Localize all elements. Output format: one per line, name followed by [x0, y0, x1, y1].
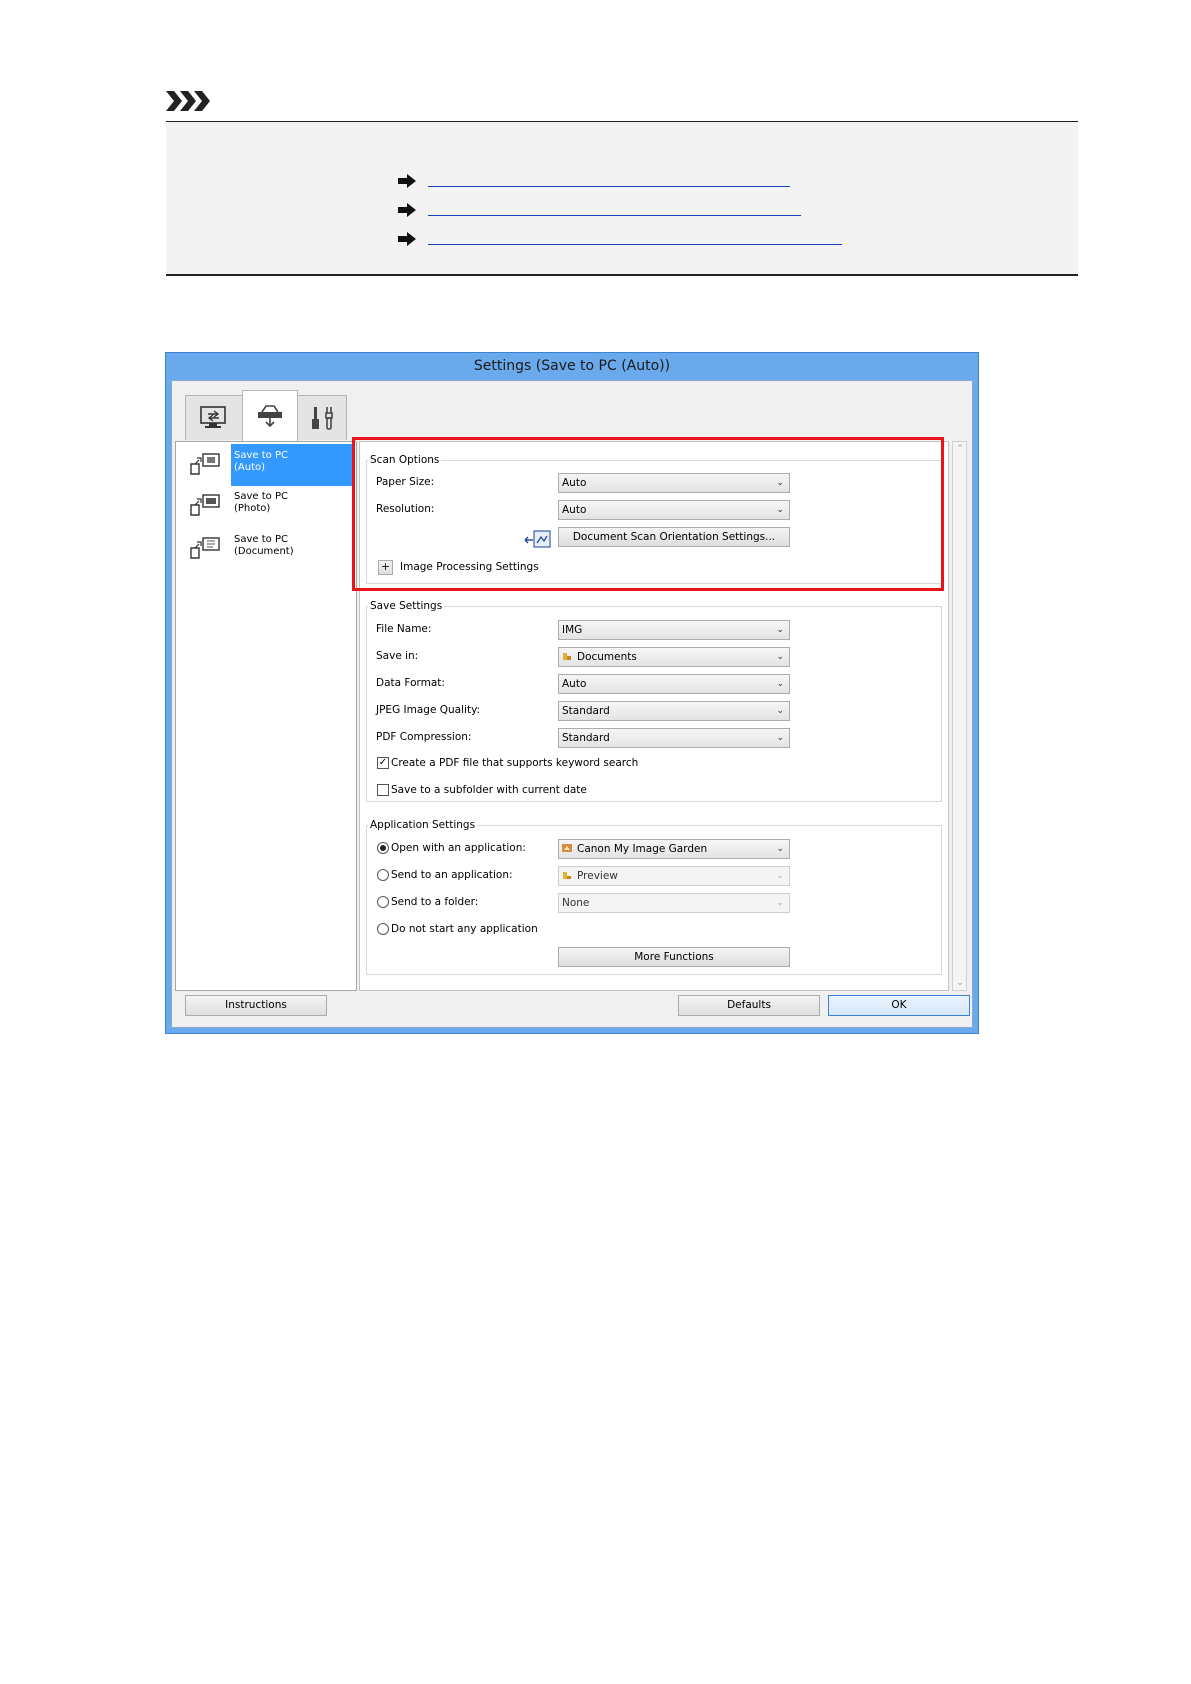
arrow-right-icon: [398, 174, 416, 188]
paper-size-value: Auto: [562, 477, 587, 489]
open-with-application-value: Canon My Image Garden: [577, 843, 708, 855]
list-item-label: Save to PC (Photo): [234, 491, 288, 514]
tab-scan-from-operation-panel[interactable]: [242, 390, 298, 441]
chevron-down-icon: ⌄: [776, 679, 784, 689]
scroll-down-icon[interactable]: ⌄: [955, 978, 965, 988]
settings-dialog: Settings (Save to PC (Auto)) Save to PC …: [165, 352, 979, 1034]
save-to-pc-auto-icon: [190, 453, 220, 475]
data-format-select[interactable]: Auto ⌄: [558, 674, 790, 694]
jpeg-quality-select[interactable]: Standard ⌄: [558, 701, 790, 721]
list-item-label: Save to PC (Auto): [234, 450, 288, 473]
note-chevrons-icon: [166, 91, 210, 111]
save-settings-title: Save Settings: [368, 600, 445, 612]
instructions-button[interactable]: Instructions: [185, 995, 327, 1016]
image-processing-settings-label: Image Processing Settings: [400, 561, 539, 573]
defaults-button[interactable]: Defaults: [678, 995, 820, 1016]
canon-my-image-garden-icon: [562, 844, 572, 852]
arrow-right-icon: [398, 232, 416, 246]
keyword-search-checkbox[interactable]: ✓: [377, 757, 389, 769]
save-to-pc-photo-icon: [190, 494, 220, 516]
subfolder-checkbox[interactable]: [377, 784, 389, 796]
jpeg-quality-value: Standard: [562, 705, 610, 717]
resolution-value: Auto: [562, 504, 587, 516]
chevron-down-icon: ⌄: [776, 871, 784, 881]
keyword-search-label: Create a PDF file that supports keyword …: [391, 757, 639, 769]
arrow-right-icon: [398, 203, 416, 217]
preview-app-icon: [563, 872, 571, 879]
chevron-down-icon: ⌄: [776, 733, 784, 743]
chevron-down-icon: ⌄: [776, 478, 784, 488]
scan-from-operation-panel-icon: [258, 405, 282, 428]
scroll-up-icon[interactable]: ⌃: [955, 444, 965, 454]
general-settings-icon: [312, 407, 333, 430]
scan-options-title: Scan Options: [368, 454, 442, 466]
open-with-application-select[interactable]: Canon My Image Garden ⌄: [558, 839, 790, 859]
settings-pane: Scan Options Paper Size: Auto ⌄ Resoluti…: [359, 441, 949, 991]
note-box: [166, 122, 1078, 274]
data-format-label: Data Format:: [376, 677, 445, 689]
chevron-down-icon: ⌄: [776, 844, 784, 854]
note-bottom-rule: [166, 274, 1078, 276]
send-to-folder-label: Send to a folder:: [391, 896, 479, 908]
chevron-down-icon: ⌄: [776, 625, 784, 635]
document-orientation-icon: [524, 530, 551, 548]
file-name-value: IMG: [562, 624, 583, 636]
document-scan-orientation-settings-button[interactable]: Document Scan Orientation Settings...: [558, 527, 790, 547]
dialog-title: Settings (Save to PC (Auto)): [473, 358, 671, 374]
expand-image-processing-button[interactable]: +: [378, 560, 393, 575]
pdf-compression-select[interactable]: Standard ⌄: [558, 728, 790, 748]
application-settings-title: Application Settings: [368, 819, 478, 831]
file-name-combo[interactable]: IMG ⌄: [558, 620, 790, 640]
tab-scan-from-computer[interactable]: [185, 395, 243, 440]
resolution-select[interactable]: Auto ⌄: [558, 500, 790, 520]
list-item-save-to-pc-photo[interactable]: Save to PC (Photo): [179, 485, 354, 527]
send-to-application-value: Preview: [577, 870, 618, 882]
chevron-down-icon: ⌄: [776, 706, 784, 716]
scan-mode-list: Save to PC (Auto) Save to PC (Photo) Sav…: [175, 441, 357, 991]
data-format-value: Auto: [562, 678, 587, 690]
pdf-compression-label: PDF Compression:: [376, 731, 472, 743]
jpeg-quality-label: JPEG Image Quality:: [376, 704, 481, 716]
resolution-label: Resolution:: [376, 503, 435, 515]
open-with-application-label: Open with an application:: [391, 842, 526, 854]
send-to-application-label: Send to an application:: [391, 869, 513, 881]
send-to-application-select[interactable]: Preview ⌄: [558, 866, 790, 886]
file-name-label: File Name:: [376, 623, 432, 635]
list-item-save-to-pc-auto[interactable]: Save to PC (Auto): [179, 444, 354, 486]
send-to-application-radio[interactable]: [377, 869, 389, 881]
settings-scrollbar[interactable]: ⌃ ⌄: [952, 441, 967, 991]
ok-button[interactable]: OK: [828, 995, 970, 1016]
open-with-application-radio[interactable]: [377, 842, 389, 854]
no-application-radio[interactable]: [377, 923, 389, 935]
no-application-label: Do not start any application: [391, 923, 538, 935]
paper-size-label: Paper Size:: [376, 476, 435, 488]
more-functions-button[interactable]: More Functions: [558, 947, 790, 967]
dialog-client-area: Save to PC (Auto) Save to PC (Photo) Sav…: [171, 380, 973, 1028]
send-to-folder-radio[interactable]: [377, 896, 389, 908]
list-item-save-to-pc-document[interactable]: Save to PC (Document): [179, 528, 354, 570]
chevron-down-icon: ⌄: [776, 652, 784, 662]
scan-from-computer-icon: [200, 406, 226, 428]
save-in-value: Documents: [577, 651, 637, 663]
send-to-folder-select[interactable]: None ⌄: [558, 893, 790, 913]
save-in-select[interactable]: Documents ⌄: [558, 647, 790, 667]
chevron-down-icon: ⌄: [776, 505, 784, 515]
folder-icon: [563, 653, 571, 660]
send-to-folder-value: None: [562, 897, 590, 909]
tab-general-settings[interactable]: [297, 395, 347, 440]
save-to-pc-document-icon: [190, 537, 220, 559]
pdf-compression-value: Standard: [562, 732, 610, 744]
list-item-label: Save to PC (Document): [234, 534, 294, 557]
save-in-label: Save in:: [376, 650, 419, 662]
paper-size-select[interactable]: Auto ⌄: [558, 473, 790, 493]
chevron-down-icon: ⌄: [776, 898, 784, 908]
subfolder-label: Save to a subfolder with current date: [391, 784, 587, 796]
